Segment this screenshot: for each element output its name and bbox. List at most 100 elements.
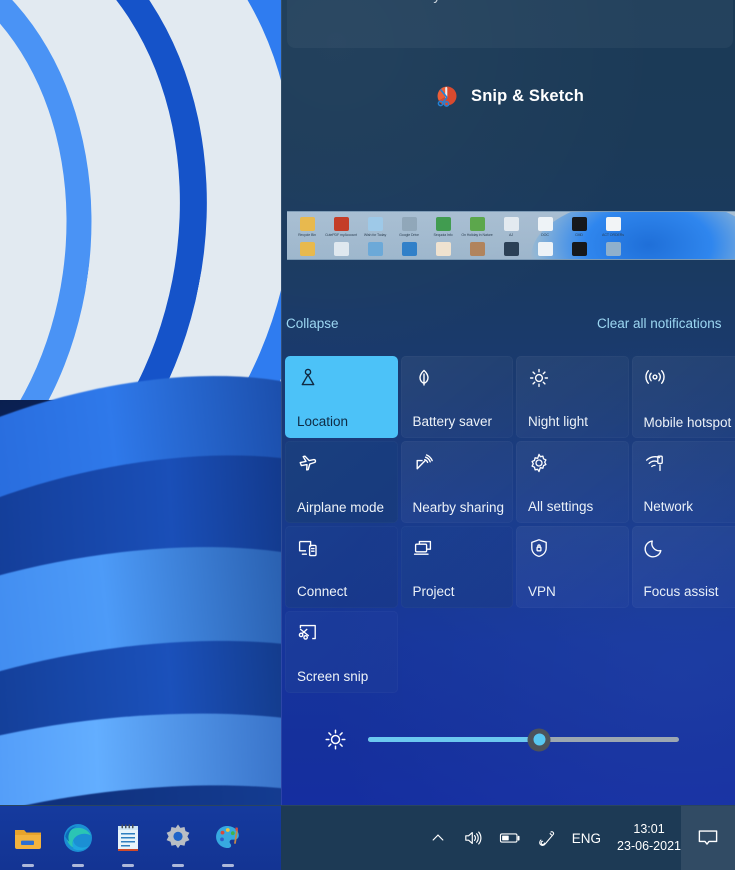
battery-icon[interactable] <box>499 831 521 845</box>
thumbnail-desktop-icon <box>402 217 417 231</box>
gear-icon <box>528 452 550 474</box>
pen-ink-icon[interactable] <box>537 829 556 848</box>
quick-action-label: Airplane mode <box>297 499 385 515</box>
thumbnail-icon-label: ACT ORDERs <box>602 233 624 237</box>
quick-action-label: Connect <box>297 583 348 599</box>
brightness-control <box>282 719 735 761</box>
taskbar-running-indicator <box>72 864 84 867</box>
quick-action-tile-location[interactable]: Location <box>285 356 398 438</box>
quick-action-label: Location <box>297 413 349 429</box>
quick-action-tile-nearby-sharing[interactable]: Nearby sharing <box>400 441 513 523</box>
thumbnail-desktop-icon <box>368 217 383 231</box>
system-tray: ENG 13:01 23-06-2021 <box>429 806 681 870</box>
quick-action-label: Focus assist <box>643 583 719 599</box>
quick-action-tile-mobile-hotspot[interactable]: Mobile hotspot <box>631 356 735 438</box>
quick-actions-grid: Location Battery saver Night light Mobil… <box>285 356 735 693</box>
location-pin-icon <box>297 367 319 389</box>
quick-action-tile-screen-snip[interactable]: Screen snip <box>285 611 398 693</box>
taskbar-running-indicator <box>122 864 134 867</box>
notification-chat-icon <box>696 827 720 849</box>
thumbnail-icon-label: Wish for Today <box>363 233 387 237</box>
thumbnail-desktop-icon <box>402 242 417 256</box>
taskbar-paint-button[interactable] <box>212 822 244 867</box>
volume-icon[interactable] <box>463 829 483 847</box>
thumbnail-desktop-icon <box>572 217 587 231</box>
taskbar-settings-button[interactable] <box>162 822 194 867</box>
taskbar-notepad-button[interactable] <box>112 822 144 867</box>
quick-action-label: Screen snip <box>297 668 369 684</box>
notification-card[interactable]: Tuesday <box>287 0 733 48</box>
taskbar-edge-button[interactable] <box>62 822 94 867</box>
quick-action-label: Nearby sharing <box>412 499 505 515</box>
clock-date: 23-06-2021 <box>617 839 681 853</box>
connect-cast-icon <box>297 537 319 559</box>
thumbnail-icon-label: Google Drive <box>399 233 419 237</box>
thumbnail-icon-label: Recycle Bin <box>298 233 316 237</box>
notification-day-label: Tuesday <box>385 0 441 4</box>
thumbnail-desktop-icon <box>538 217 553 231</box>
clock-time: 13:01 <box>633 821 665 836</box>
quick-action-tile-connect[interactable]: Connect <box>285 526 398 608</box>
thumbnail-desktop-icon <box>504 217 519 231</box>
battery-leaf-icon <box>413 367 435 389</box>
taskbar-running-indicator <box>222 864 234 867</box>
mobile-hotspot-icon <box>644 367 666 389</box>
quick-action-tile-airplane-mode[interactable]: Airplane mode <box>285 441 398 523</box>
action-center-panel: Tuesday Snip & Sketch Rec <box>281 0 735 806</box>
thumbnail-icon-label: CutePDF myAccount <box>325 233 357 237</box>
project-display-icon <box>413 537 435 559</box>
show-hidden-icons-chevron-icon[interactable] <box>429 829 447 847</box>
thumbnail-desktop-icon <box>368 242 383 256</box>
thumbnail-icon-label: DOC <box>541 233 549 237</box>
thumbnail-desktop-icon <box>334 217 349 231</box>
thumbnail-icon-label: Sequoia Info <box>433 233 453 237</box>
quick-action-tile-all-settings[interactable]: All settings <box>516 441 629 523</box>
quick-action-tile-vpn[interactable]: VPN <box>516 526 629 608</box>
thumbnail-desktop-icon <box>538 242 553 256</box>
thumbnail-desktop-icon <box>300 242 315 256</box>
collapse-link[interactable]: Collapse <box>286 316 339 331</box>
taskbar-running-indicator <box>172 864 184 867</box>
thumbnail-icon-label: On Holiday in Nature <box>461 233 493 237</box>
language-indicator[interactable]: ENG <box>572 831 601 846</box>
thumbnail-desktop-icon <box>606 242 621 256</box>
thumbnail-desktop-icon <box>470 217 485 231</box>
quick-action-label: Battery saver <box>412 413 493 429</box>
notification-actions-row: Collapse Clear all notifications <box>282 316 735 338</box>
sun-night-light-icon <box>528 367 550 389</box>
thumbnail-desktop-icon <box>470 242 485 256</box>
taskbar: ENG 13:01 23-06-2021 <box>0 805 735 870</box>
quick-action-tile-night-light[interactable]: Night light <box>516 356 629 438</box>
quick-action-tile-focus-assist[interactable]: Focus assist <box>631 526 735 608</box>
notification-app-title: Snip & Sketch <box>471 86 584 105</box>
brightness-slider-thumb[interactable] <box>527 728 551 751</box>
taskbar-file-explorer-button[interactable] <box>12 822 44 867</box>
moon-icon <box>643 537 666 559</box>
snip-and-sketch-icon <box>434 84 459 109</box>
quick-action-label: Network <box>643 498 694 514</box>
clear-all-notifications-link[interactable]: Clear all notifications <box>597 316 722 331</box>
nearby-sharing-icon <box>413 452 435 474</box>
thumbnail-desktop-icon <box>334 242 349 256</box>
shield-lock-icon <box>528 537 550 559</box>
taskbar-clock[interactable]: 13:01 23-06-2021 <box>617 821 681 856</box>
brightness-slider-fill <box>368 737 540 742</box>
thumbnail-desktop-icon <box>572 242 587 256</box>
taskbar-running-indicator <box>22 864 34 867</box>
quick-action-tile-network[interactable]: Network <box>631 441 735 523</box>
taskbar-app-buttons <box>4 806 244 870</box>
screenshot-thumbnail-preview[interactable]: Recycle Bin CutePDF myAccount Wish for T… <box>287 211 735 260</box>
quick-action-label: All settings <box>528 498 594 514</box>
network-wifi-icon <box>644 452 666 474</box>
quick-action-label: Mobile hotspot <box>643 414 732 430</box>
brightness-slider[interactable] <box>368 728 679 751</box>
quick-action-label: Night light <box>528 413 589 429</box>
thumbnail-desktop-icon <box>436 217 451 231</box>
notification-center-button[interactable] <box>681 806 735 870</box>
thumbnail-desktop-icon <box>504 242 519 256</box>
quick-action-tile-battery-saver[interactable]: Battery saver <box>400 356 513 438</box>
quick-action-tile-project[interactable]: Project <box>400 526 513 608</box>
quick-action-label: VPN <box>528 583 556 599</box>
thumbnail-desktop-icon <box>300 217 315 231</box>
thumbnail-icon-label: AJ <box>509 233 513 237</box>
